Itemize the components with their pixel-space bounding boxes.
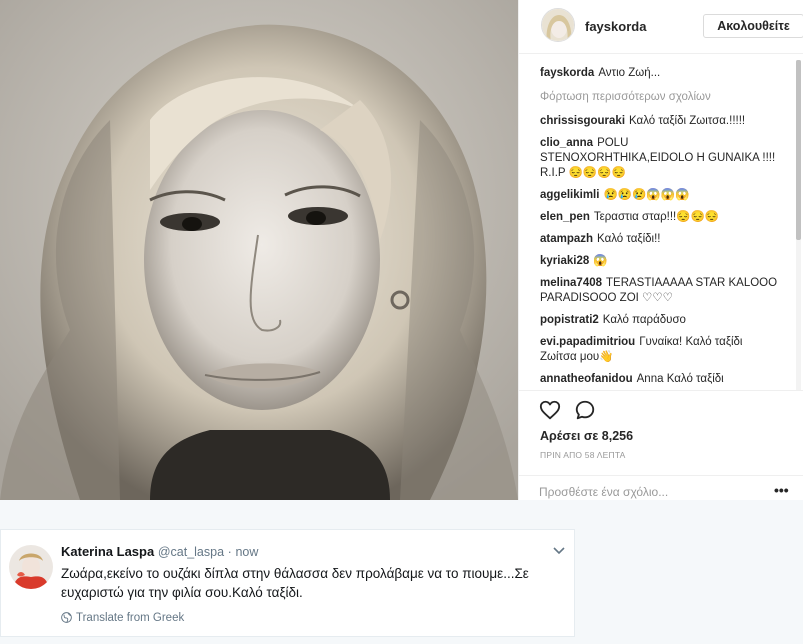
chevron-down-icon[interactable] — [553, 546, 565, 556]
comment-text: Καλό ταξίδι Ζωιτσα.!!!!! — [629, 115, 746, 127]
comment-user[interactable]: aggelikimli — [540, 189, 599, 201]
following-button[interactable]: Ακολουθείτε — [703, 14, 803, 38]
comment-user[interactable]: elen_pen — [540, 211, 590, 223]
post-caption: fayskorda Αντιο Ζωή... — [540, 66, 782, 81]
comment-item: elen_pen Τεραστια σταρ!!!😔😔😔 — [540, 210, 782, 225]
globe-icon — [61, 612, 72, 623]
comment-user[interactable]: annatheofanidou — [540, 373, 633, 385]
tweet-header: Katerina Laspa @cat_laspa · now — [61, 544, 258, 559]
tweet-separator: · — [227, 545, 232, 559]
add-comment-bar: ••• — [519, 475, 803, 501]
comment-item: annatheofanidou Anna Καλό ταξίδι — [540, 372, 782, 386]
instagram-post: fayskorda Ακολουθείτε fayskorda Αντιο Ζωή… — [0, 0, 803, 500]
comment-text: 😱 — [593, 255, 608, 267]
post-header: fayskorda Ακολουθείτε — [519, 0, 803, 54]
tweet-author-handle[interactable]: @cat_laspa — [158, 545, 224, 559]
post-sidebar: fayskorda Ακολουθείτε fayskorda Αντιο Ζωή… — [518, 0, 803, 500]
comment-item: chrissisgouraki Καλό ταξίδι Ζωιτσα.!!!!! — [540, 114, 782, 129]
tweet-avatar[interactable] — [9, 545, 53, 589]
tweet-author-name[interactable]: Katerina Laspa — [61, 544, 154, 559]
comment-user[interactable]: chrissisgouraki — [540, 115, 625, 127]
tweet-card: Katerina Laspa @cat_laspa · now Ζωάρα,εκ… — [0, 529, 575, 637]
load-more-comments-link[interactable]: Φόρτωση περισσότερων σχολίων — [540, 90, 782, 105]
caption-text: Αντιο Ζωή... — [598, 67, 661, 79]
post-photo[interactable] — [0, 0, 518, 500]
comment-text: Anna Καλό ταξίδι — [636, 373, 724, 385]
caption-user[interactable]: fayskorda — [540, 67, 594, 79]
comment-item: popistrati2 Καλό παράδυσο — [540, 313, 782, 328]
screenshot-root: fayskorda Ακολουθείτε fayskorda Αντιο Ζωή… — [0, 0, 803, 644]
comment-item: clio_anna POLU STENOXORHTHIKA,EIDOLO H GU… — [540, 136, 782, 181]
more-options-icon[interactable]: ••• — [774, 483, 789, 497]
comment-user[interactable]: melina7408 — [540, 277, 602, 289]
comment-user[interactable]: kyriaki28 — [540, 255, 589, 267]
comments-list: fayskorda Αντιο Ζωή... Φόρτωση περισσότερ… — [519, 66, 794, 386]
likes-count[interactable]: Αρέσει σε 8,256 — [540, 429, 633, 443]
comments-scrollbar[interactable] — [796, 60, 801, 390]
portrait-image — [0, 0, 518, 500]
post-username[interactable]: fayskorda — [585, 19, 646, 34]
comment-item: melina7408 TERASTIAAAAA STAR KALOOO PARAD… — [540, 276, 782, 306]
comment-user[interactable]: atampazh — [540, 233, 593, 245]
comment-item: evi.papadimitriou Γυναίκα! Καλό ταξίδι Ζω… — [540, 335, 782, 365]
comment-user[interactable]: popistrati2 — [540, 314, 599, 326]
tweet-timestamp[interactable]: now — [235, 545, 258, 559]
user-avatar[interactable] — [541, 8, 575, 42]
post-actions: Αρέσει σε 8,256 ΠΡΙΝ ΑΠΟ 58 ΛΕΠΤΑ ••• — [519, 390, 803, 500]
translate-label[interactable]: Translate from Greek — [76, 612, 184, 624]
comment-item: kyriaki28 😱 — [540, 254, 782, 269]
post-timestamp[interactable]: ΠΡΙΝ ΑΠΟ 58 ΛΕΠΤΑ — [540, 450, 625, 460]
comment-item: aggelikimli 😢😢😢😱😱😱 — [540, 188, 782, 203]
comment-text: 😢😢😢😱😱😱 — [603, 189, 690, 201]
comment-text: Τεραστια σταρ!!!😔😔😔 — [593, 211, 720, 223]
tweet-text: Ζωάρα,εκείνο το ουζάκι δίπλα στην θάλασσ… — [61, 566, 529, 600]
comment-user[interactable]: evi.papadimitriou — [540, 336, 635, 348]
comment-text: Καλό ταξίδι!! — [597, 233, 661, 245]
heart-outline-icon[interactable] — [539, 399, 561, 421]
speech-bubble-icon[interactable] — [574, 399, 596, 421]
translate-link[interactable]: Translate from Greek — [61, 612, 184, 624]
comment-text: Καλό παράδυσο — [602, 314, 686, 326]
comment-item: atampazh Καλό ταξίδι!! — [540, 232, 782, 247]
comment-user[interactable]: clio_anna — [540, 137, 593, 149]
add-comment-input[interactable] — [539, 484, 749, 500]
scrollbar-thumb[interactable] — [796, 60, 801, 240]
